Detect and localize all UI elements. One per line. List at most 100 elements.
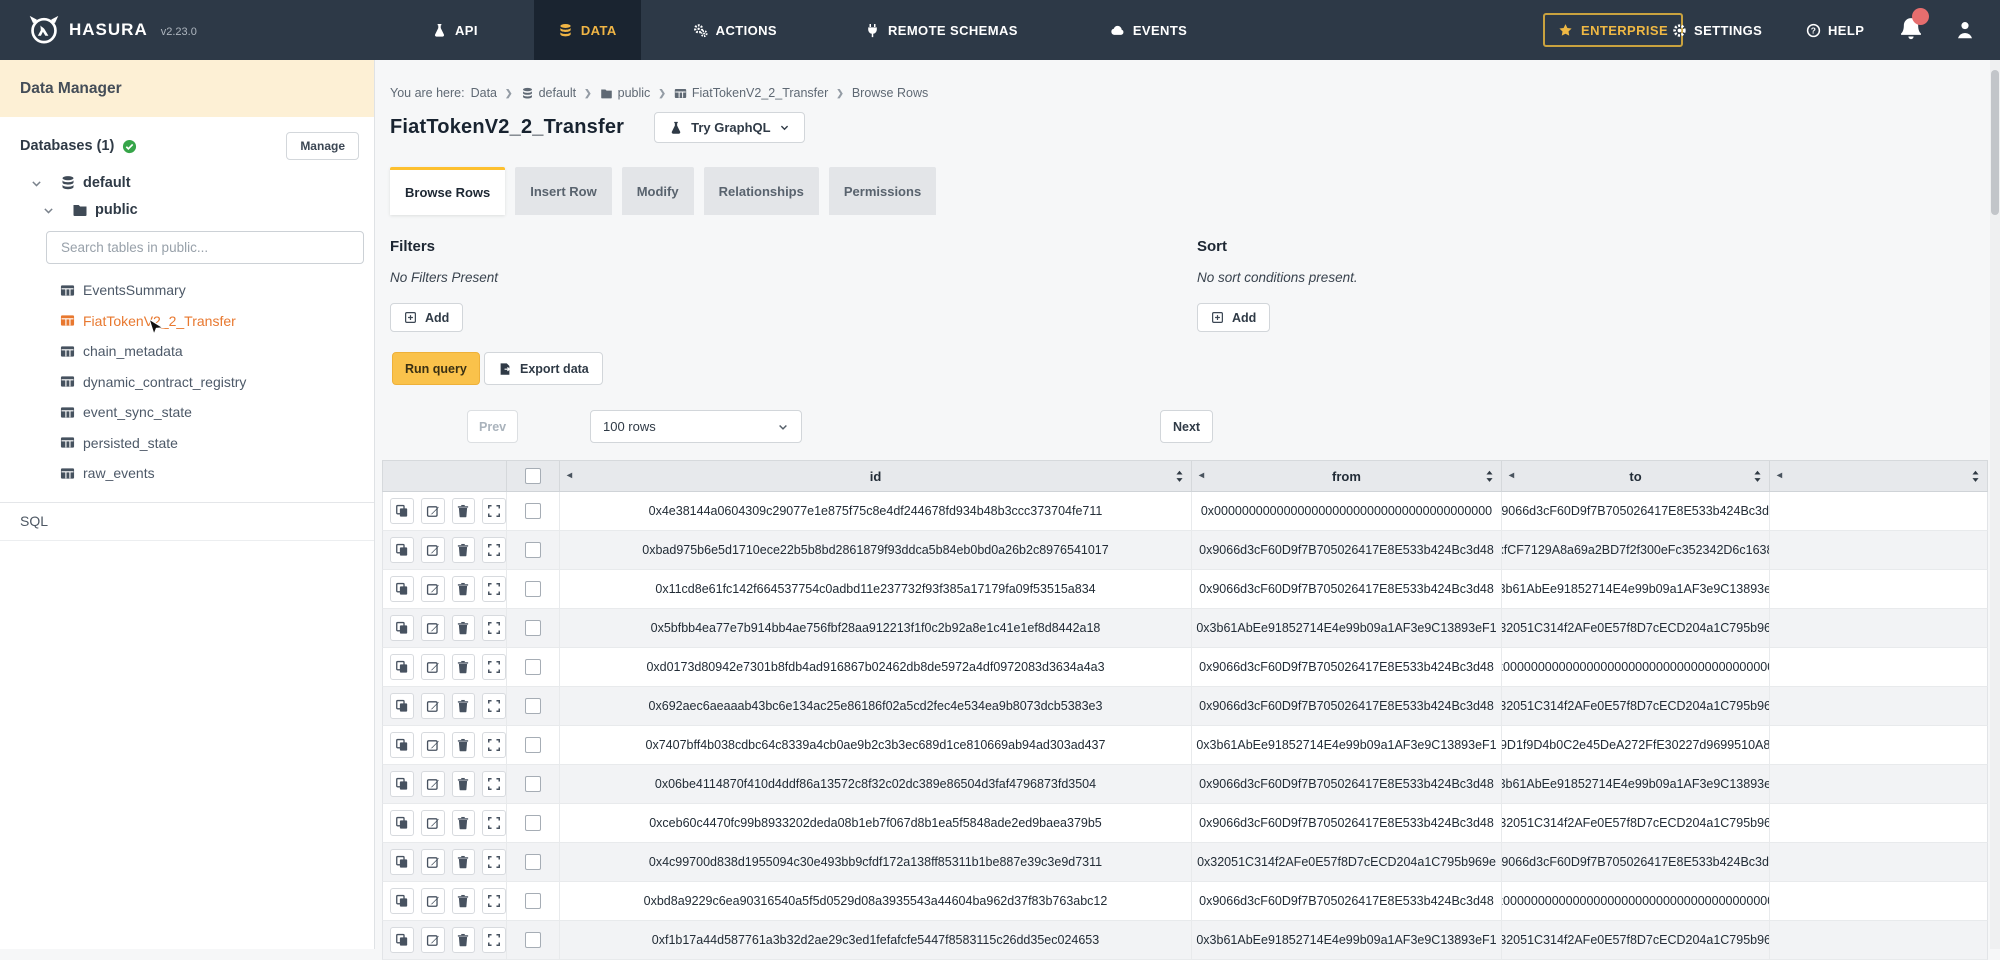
cell-from[interactable]: 0x9066d3cF60D9f7B705026417E8E533b424Bc3d…: [1191, 570, 1501, 608]
cell-to[interactable]: 0x9066d3cF60D9f7B705026417E8E533b424Bc3d…: [1501, 492, 1769, 530]
delete-row-button[interactable]: [452, 810, 476, 836]
run-query-button[interactable]: Run query: [392, 352, 480, 385]
collapse-column-icon[interactable]: ◂: [1199, 471, 1204, 481]
cell-to[interactable]: 0x32051C314f2AFe0E57f8D7cECD204a1C795b96…: [1501, 609, 1769, 647]
cell-to[interactable]: 0x32051C314f2AFe0E57f8D7cECD204a1C795b96…: [1501, 921, 1769, 959]
delete-row-button[interactable]: [452, 537, 476, 563]
column-header-to[interactable]: ◂ to: [1501, 461, 1769, 491]
row-checkbox[interactable]: [525, 542, 541, 558]
delete-row-button[interactable]: [452, 693, 476, 719]
cell-from[interactable]: 0x9066d3cF60D9f7B705026417E8E533b424Bc3d…: [1191, 648, 1501, 686]
edit-row-button[interactable]: [421, 810, 445, 836]
enterprise-button[interactable]: ENTERPRISE: [1543, 13, 1683, 47]
edit-row-button[interactable]: [421, 927, 445, 953]
nav-item-api[interactable]: API: [408, 0, 502, 60]
expand-row-button[interactable]: [482, 927, 506, 953]
expand-row-button[interactable]: [482, 810, 506, 836]
expand-row-button[interactable]: [482, 888, 506, 914]
row-checkbox[interactable]: [525, 815, 541, 831]
delete-row-button[interactable]: [452, 849, 476, 875]
sidebar-table-item-dynamic_contract_registry[interactable]: dynamic_contract_registry: [0, 367, 374, 398]
expand-row-button[interactable]: [482, 849, 506, 875]
breadcrumb-item[interactable]: default: [521, 86, 577, 100]
row-checkbox[interactable]: [525, 776, 541, 792]
cell-id[interactable]: 0xceb60c4470fc99b8933202deda08b1eb7f067d…: [559, 804, 1191, 842]
add-filter-button[interactable]: Add: [390, 303, 463, 332]
tab-relationships[interactable]: Relationships: [704, 167, 819, 215]
cell-to[interactable]: 0x9D1f9D4b0C2e45DeA272FfE30227d9699510A8…: [1501, 726, 1769, 764]
row-checkbox[interactable]: [525, 659, 541, 675]
cell-id[interactable]: 0x692aec6aeaaab43bc6e134ac25e86186f02a5c…: [559, 687, 1191, 725]
delete-row-button[interactable]: [452, 927, 476, 953]
clone-row-button[interactable]: [390, 693, 414, 719]
cell-from[interactable]: 0x9066d3cF60D9f7B705026417E8E533b424Bc3d…: [1191, 687, 1501, 725]
expand-row-button[interactable]: [482, 732, 506, 758]
cell-from[interactable]: 0x00000000000000000000000000000000000000…: [1191, 492, 1501, 530]
clone-row-button[interactable]: [390, 615, 414, 641]
expand-row-button[interactable]: [482, 615, 506, 641]
expand-row-button[interactable]: [482, 693, 506, 719]
expand-row-button[interactable]: [482, 498, 506, 524]
row-checkbox[interactable]: [525, 698, 541, 714]
select-all-checkbox[interactable]: [525, 468, 541, 484]
cell-id[interactable]: 0x4e38144a0604309c29077e1e875f75c8e4df24…: [559, 492, 1191, 530]
user-menu-button[interactable]: [1954, 19, 1976, 41]
cell-from[interactable]: 0x32051C314f2AFe0E57f8D7cECD204a1C795b96…: [1191, 843, 1501, 881]
cell-to[interactable]: 0x3b61AbEe91852714E4e99b09a1AF3e9C13893e…: [1501, 570, 1769, 608]
expand-row-button[interactable]: [482, 537, 506, 563]
tab-modify[interactable]: Modify: [622, 167, 694, 215]
tab-permissions[interactable]: Permissions: [829, 167, 936, 215]
nav-item-actions[interactable]: ACTIONS: [669, 0, 801, 60]
cell-to[interactable]: 0x00000000000000000000000000000000000000…: [1501, 648, 1769, 686]
cell-id[interactable]: 0x4c99700d838d1955094c30e493bb9cfdf172a1…: [559, 843, 1191, 881]
collapse-column-icon[interactable]: ◂: [1777, 471, 1782, 481]
delete-row-button[interactable]: [452, 498, 476, 524]
cell-from[interactable]: 0x3b61AbEe91852714E4e99b09a1AF3e9C13893e…: [1191, 726, 1501, 764]
clone-row-button[interactable]: [390, 654, 414, 680]
clone-row-button[interactable]: [390, 888, 414, 914]
tree-database-label[interactable]: default: [83, 175, 131, 191]
tree-node-schema[interactable]: public: [42, 202, 374, 218]
clone-row-button[interactable]: [390, 537, 414, 563]
column-header-from[interactable]: ◂ from: [1191, 461, 1501, 491]
clone-row-button[interactable]: [390, 732, 414, 758]
collapse-column-icon[interactable]: ◂: [1509, 471, 1514, 481]
clone-row-button[interactable]: [390, 927, 414, 953]
cell-id[interactable]: 0x11cd8e61fc142f664537754c0adbd11e237732…: [559, 570, 1191, 608]
collapse-column-icon[interactable]: ◂: [567, 471, 572, 481]
breadcrumb-item[interactable]: public: [600, 86, 651, 100]
cell-from[interactable]: 0x9066d3cF60D9f7B705026417E8E533b424Bc3d…: [1191, 765, 1501, 803]
clone-row-button[interactable]: [390, 498, 414, 524]
delete-row-button[interactable]: [452, 654, 476, 680]
cell-id[interactable]: 0xf1b17a44d587761a3b32d2ae29c3ed1fefafcf…: [559, 921, 1191, 959]
edit-row-button[interactable]: [421, 654, 445, 680]
sidebar-item-sql[interactable]: SQL: [0, 503, 374, 541]
cell-to[interactable]: 0x3b61AbEe91852714E4e99b09a1AF3e9C13893e…: [1501, 765, 1769, 803]
edit-row-button[interactable]: [421, 615, 445, 641]
cell-from[interactable]: 0x9066d3cF60D9f7B705026417E8E533b424Bc3d…: [1191, 804, 1501, 842]
edit-row-button[interactable]: [421, 888, 445, 914]
delete-row-button[interactable]: [452, 732, 476, 758]
sort-icon[interactable]: [1485, 470, 1494, 483]
edit-row-button[interactable]: [421, 732, 445, 758]
sidebar-table-item-EventsSummary[interactable]: EventsSummary: [0, 275, 374, 306]
try-graphql-button[interactable]: Try GraphQL: [654, 112, 804, 143]
delete-row-button[interactable]: [452, 615, 476, 641]
nav-item-data[interactable]: DATA: [534, 0, 641, 60]
tab-insert-row[interactable]: Insert Row: [515, 167, 611, 215]
cell-id[interactable]: 0x06be4114870f410d4ddf86a13572c8f32c02dc…: [559, 765, 1191, 803]
manage-button[interactable]: Manage: [286, 132, 359, 160]
cell-id[interactable]: 0xbd8a9229c6ea90316540a5f5d0529d08a39355…: [559, 882, 1191, 920]
edit-row-button[interactable]: [421, 849, 445, 875]
row-checkbox[interactable]: [525, 581, 541, 597]
add-sort-button[interactable]: Add: [1197, 303, 1270, 332]
prev-page-button[interactable]: Prev: [467, 410, 518, 443]
sidebar-table-item-chain_metadata[interactable]: chain_metadata: [0, 336, 374, 367]
sidebar-table-item-FiatTokenV2_2_Transfer[interactable]: FiatTokenV2_2_Transfer: [0, 306, 374, 337]
scrollbar-thumb[interactable]: [1991, 70, 1999, 215]
nav-item-events[interactable]: EVENTS: [1086, 0, 1211, 60]
row-checkbox[interactable]: [525, 854, 541, 870]
delete-row-button[interactable]: [452, 888, 476, 914]
cell-to[interactable]: 0xfCF7129A8a69a2BD7f2f300eFc352342D6c163…: [1501, 531, 1769, 569]
edit-row-button[interactable]: [421, 693, 445, 719]
